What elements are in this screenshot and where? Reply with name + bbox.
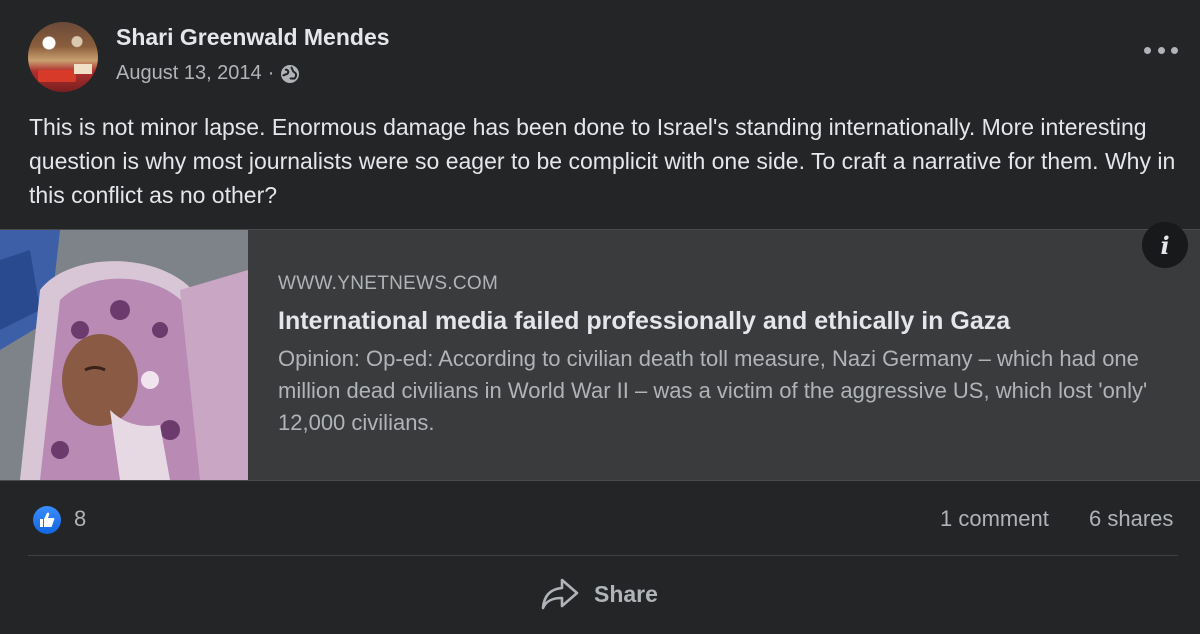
link-title[interactable]: International media failed professionall… [278,307,1010,336]
comment-count[interactable]: 1 comment [940,506,1049,532]
info-icon[interactable]: i [1142,222,1188,268]
share-button[interactable]: Share [540,570,680,618]
more-options-icon[interactable] [1144,40,1178,60]
like-count[interactable]: 8 [74,506,86,532]
like-reaction-icon[interactable] [33,506,61,534]
link-preview-card[interactable]: i WWW.YNETNEWS.COM International media f… [0,222,1200,481]
link-domain: WWW.YNETNEWS.COM [278,273,499,294]
author-avatar[interactable] [28,22,98,92]
globe-icon[interactable] [280,64,300,84]
post-header: Shari Greenwald Mendes August 13, 2014 · [28,22,1178,92]
divider [28,555,1178,556]
post-date[interactable]: August 13, 2014 [116,62,262,85]
thumbs-up-icon [40,512,55,527]
avatar-detail [38,70,76,82]
meta-separator: · [267,62,275,84]
link-thumbnail-image[interactable] [0,230,248,480]
avatar-detail [74,64,92,74]
share-arrow-icon [541,578,579,610]
share-label: Share [594,580,658,607]
link-description: Opinion: Op-ed: According to civilian de… [278,346,1148,435]
share-count[interactable]: 6 shares [1089,506,1173,532]
author-name[interactable]: Shari Greenwald Mendes [116,24,390,51]
post-meta: August 13, 2014 · [116,62,300,85]
post-text: This is not minor lapse. Enormous damage… [29,114,1176,208]
